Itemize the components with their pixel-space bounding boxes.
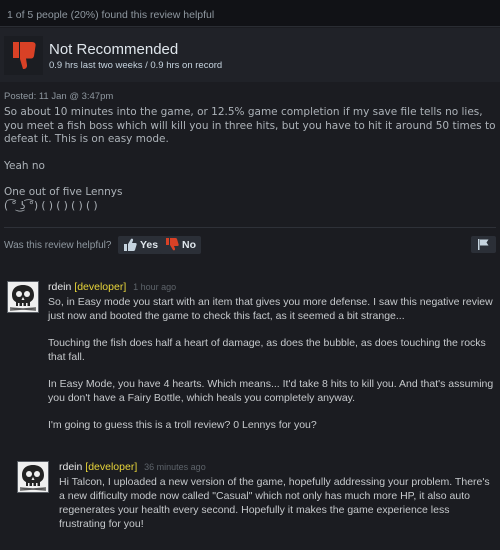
- commenter-avatar[interactable]: [17, 461, 49, 493]
- comment-paragraph: So, in Easy mode you start with an item …: [48, 296, 493, 322]
- comment-paragraph: Touching the fish does half a heart of d…: [48, 337, 486, 363]
- comment-time: 36 minutes ago: [144, 462, 206, 472]
- review-paragraph: One out of five Lennys ( ͡° ͜ʖ ͡°) ( ) (…: [4, 186, 123, 212]
- skull-avatar-icon: [8, 282, 38, 312]
- thumbs-down-small-icon: [166, 238, 179, 251]
- vote-question: Was this review helpful?: [4, 240, 112, 251]
- thumbs-down-icon: [4, 36, 43, 75]
- vote-no-button[interactable]: No: [160, 236, 201, 254]
- vote-yes-label: Yes: [140, 239, 159, 251]
- comment-body: Hi Talcon, I uploaded a new version of t…: [59, 475, 496, 544]
- skull-avatar-icon: [18, 462, 48, 492]
- divider: [4, 227, 496, 228]
- review-paragraph: So about 10 minutes into the game, or 12…: [4, 106, 499, 145]
- comment-author-line: rdein [developer] 36 minutes ago: [59, 461, 206, 473]
- vote-no-label: No: [182, 239, 196, 251]
- verdict-title: Not Recommended: [49, 41, 179, 58]
- comment-paragraph: Hi Talcon, I uploaded a new version of t…: [59, 476, 490, 530]
- comment-author-line: rdein [developer] 1 hour ago: [48, 281, 176, 293]
- comment-author[interactable]: rdein: [48, 281, 71, 293]
- comment-time: 1 hour ago: [133, 282, 177, 292]
- vote-row: Was this review helpful? Yes No: [4, 236, 496, 256]
- posted-date: Posted: 11 Jan @ 3:47pm: [4, 91, 114, 102]
- report-flag-button[interactable]: [471, 236, 496, 253]
- thumbs-up-icon: [124, 238, 137, 251]
- helpful-summary: 1 of 5 people (20%) found this review he…: [0, 0, 500, 27]
- developer-badge: [developer]: [85, 461, 138, 473]
- flag-icon: [478, 239, 489, 250]
- review-body: So about 10 minutes into the game, or 12…: [4, 106, 496, 213]
- comment-paragraph: I'm going to guess this is a troll revie…: [48, 419, 317, 431]
- playtime-hours: 0.9 hrs last two weeks / 0.9 hrs on reco…: [49, 60, 223, 71]
- comment-paragraph: In Easy Mode, you have 4 hearts. Which m…: [48, 378, 494, 404]
- vote-yes-button[interactable]: Yes: [118, 236, 164, 254]
- commenter-avatar[interactable]: [7, 281, 39, 313]
- comment-body: So, in Easy mode you start with an item …: [48, 295, 496, 445]
- review-paragraph: Yeah no: [4, 159, 45, 172]
- comment-author[interactable]: rdein: [59, 461, 82, 473]
- developer-badge: [developer]: [74, 281, 127, 293]
